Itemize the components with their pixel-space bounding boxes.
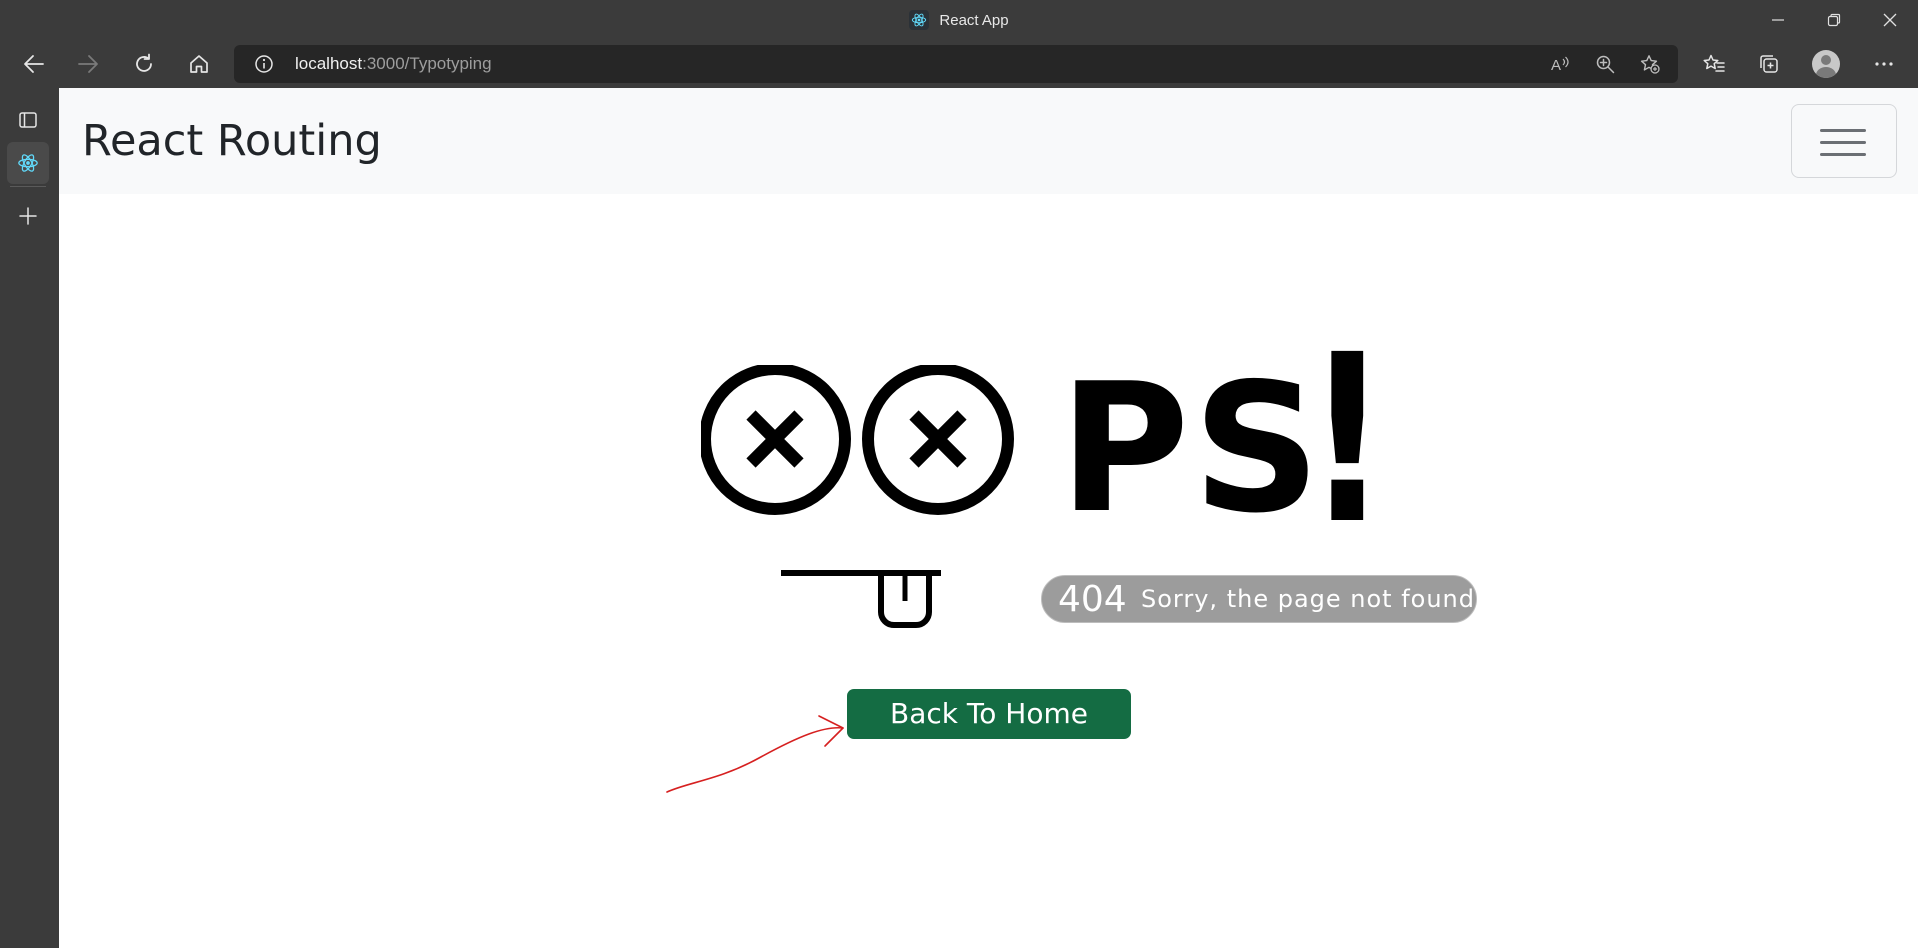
restore-button[interactable] [1806,0,1862,40]
page-viewport: React Routing PS ! 404 Sorry, the page n… [59,88,1918,948]
refresh-button[interactable] [124,44,164,84]
hamburger-icon-bar [1820,129,1866,132]
exclamation-mark: ! [1306,305,1389,575]
favorites-icon [1703,54,1725,72]
more-icon [1875,62,1893,66]
home-button[interactable] [179,44,219,84]
back-to-home-button[interactable]: Back To Home [847,689,1131,739]
back-button[interactable] [14,44,54,84]
navbar-brand[interactable]: React Routing [82,88,382,194]
error-message: Sorry, the page not found [1141,585,1475,613]
favorites-button[interactable] [1694,44,1734,84]
tab-react-app[interactable] [7,142,49,184]
window-controls [1750,0,1918,40]
read-aloud-icon[interactable]: A [1550,54,1570,74]
restore-icon [1827,13,1841,27]
dead-face-icon [701,365,1014,628]
annotation-arrow-icon [666,715,844,793]
close-icon [1883,13,1897,27]
add-favorite-icon[interactable] [1640,54,1660,74]
window-title-area: React App [0,0,1918,40]
url-text[interactable]: localhost:3000/Typotyping [295,45,492,83]
navbar-toggler-button[interactable] [1791,104,1897,178]
new-tab-button[interactable] [7,195,49,237]
window-title: React App [939,11,1009,29]
hamburger-icon-bar [1820,141,1866,144]
url-host: localhost [295,54,363,73]
hamburger-icon-bar [1820,153,1866,156]
site-info-icon[interactable] [254,54,274,74]
collections-icon [1760,55,1778,73]
minimize-icon [1772,19,1784,21]
navbar: React Routing [59,88,1918,194]
refresh-icon [136,53,152,72]
error-code: 404 [1058,579,1127,620]
close-button[interactable] [1862,0,1918,40]
new-tab-icon [19,207,37,225]
minimize-button[interactable] [1750,0,1806,40]
tab-actions-icon [19,112,37,128]
home-icon [190,55,208,73]
tab-actions-button[interactable] [7,99,49,141]
error-badge: 404 Sorry, the page not found [1041,575,1477,623]
forward-icon [78,55,98,73]
tab-separator [10,186,46,187]
vertical-tab-strip [0,88,59,948]
zoom-icon[interactable] [1595,54,1615,74]
profile-button[interactable] [1806,44,1846,84]
svg-text:A: A [1551,57,1561,74]
title-bar: React App [0,0,1918,40]
back-icon [24,55,44,73]
react-icon [909,10,930,30]
browser-toolbar: localhost:3000/Typotyping A [0,40,1918,88]
oops-text: PS [1059,345,1324,552]
profile-icon [1812,50,1840,78]
more-button[interactable] [1864,44,1904,84]
address-bar[interactable]: localhost:3000/Typotyping A [234,45,1678,83]
collections-button[interactable] [1749,44,1789,84]
react-icon [18,154,38,172]
url-path: :3000/Typotyping [362,54,492,73]
not-found-illustration: PS ! 404 Sorry, the page not found [641,220,1521,628]
forward-button[interactable] [68,44,108,84]
